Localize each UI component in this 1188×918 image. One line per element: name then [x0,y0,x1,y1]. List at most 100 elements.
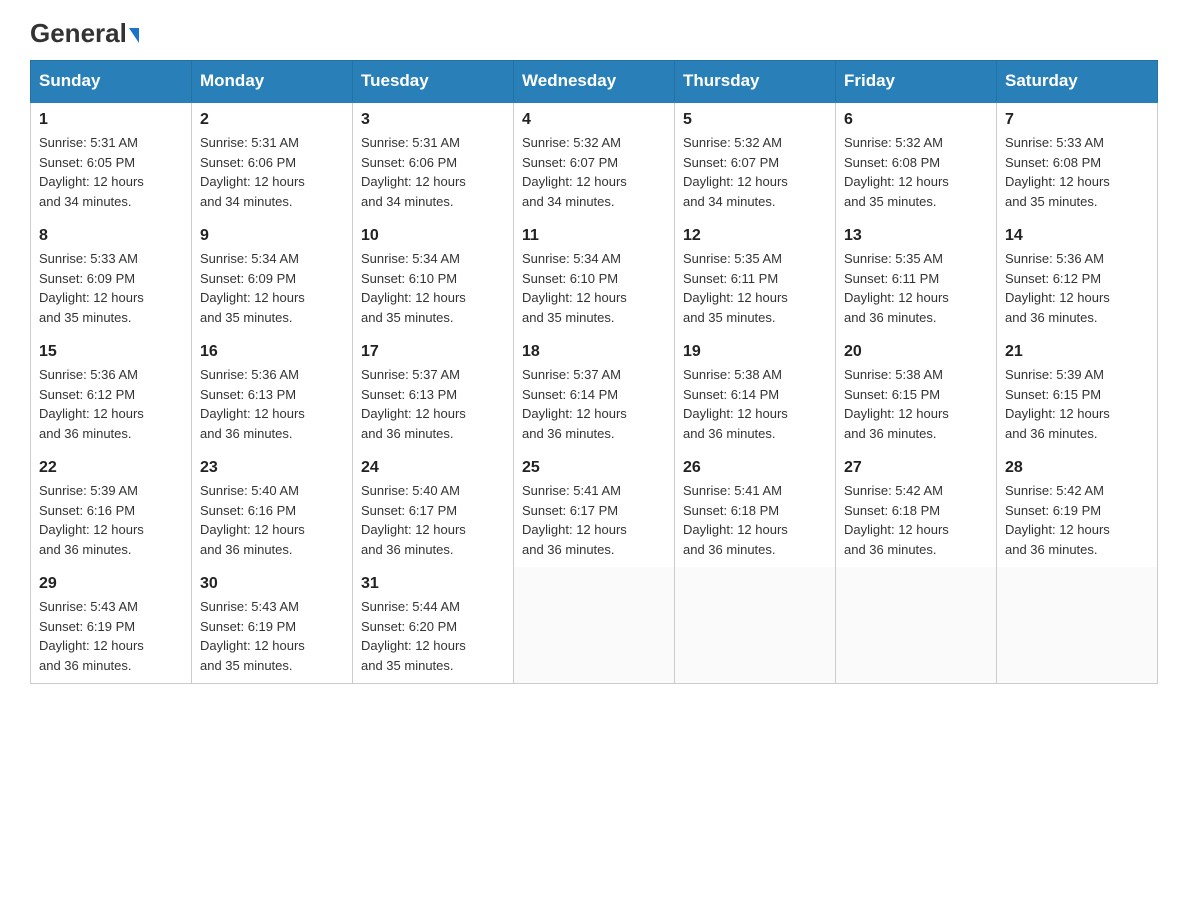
day-number: 17 [361,343,505,361]
day-cell [836,567,997,684]
day-number: 20 [844,343,988,361]
logo-text: General [30,20,139,46]
day-number: 22 [39,459,183,477]
day-cell: 22 Sunrise: 5:39 AMSunset: 6:16 PMDayligh… [31,451,192,567]
day-cell: 21 Sunrise: 5:39 AMSunset: 6:15 PMDayligh… [997,335,1158,451]
day-number: 29 [39,575,183,593]
day-number: 21 [1005,343,1149,361]
day-cell: 10 Sunrise: 5:34 AMSunset: 6:10 PMDayligh… [353,219,514,335]
day-info: Sunrise: 5:34 AMSunset: 6:09 PMDaylight:… [200,249,344,327]
day-info: Sunrise: 5:39 AMSunset: 6:15 PMDaylight:… [1005,365,1149,443]
header-cell-saturday: Saturday [997,61,1158,103]
header-cell-thursday: Thursday [675,61,836,103]
day-info: Sunrise: 5:32 AMSunset: 6:08 PMDaylight:… [844,133,988,211]
day-cell: 6 Sunrise: 5:32 AMSunset: 6:08 PMDaylight… [836,102,997,219]
day-number: 14 [1005,227,1149,245]
header-cell-monday: Monday [192,61,353,103]
day-info: Sunrise: 5:43 AMSunset: 6:19 PMDaylight:… [200,597,344,675]
week-row-3: 15 Sunrise: 5:36 AMSunset: 6:12 PMDayligh… [31,335,1158,451]
day-info: Sunrise: 5:34 AMSunset: 6:10 PMDaylight:… [361,249,505,327]
day-cell: 13Sunrise: 5:35 AMSunset: 6:11 PMDayligh… [836,219,997,335]
week-row-1: 1 Sunrise: 5:31 AMSunset: 6:05 PMDaylight… [31,102,1158,219]
day-info: Sunrise: 5:42 AMSunset: 6:19 PMDaylight:… [1005,481,1149,559]
day-info: Sunrise: 5:31 AMSunset: 6:06 PMDaylight:… [200,133,344,211]
day-number: 30 [200,575,344,593]
day-cell [675,567,836,684]
day-info: Sunrise: 5:41 AMSunset: 6:17 PMDaylight:… [522,481,666,559]
header-cell-wednesday: Wednesday [514,61,675,103]
day-number: 15 [39,343,183,361]
calendar-header: SundayMondayTuesdayWednesdayThursdayFrid… [31,61,1158,103]
day-cell: 12 Sunrise: 5:35 AMSunset: 6:11 PMDayligh… [675,219,836,335]
day-info: Sunrise: 5:31 AMSunset: 6:05 PMDaylight:… [39,133,183,211]
day-number: 3 [361,111,505,129]
day-info: Sunrise: 5:31 AMSunset: 6:06 PMDaylight:… [361,133,505,211]
day-number: 19 [683,343,827,361]
calendar-body: 1 Sunrise: 5:31 AMSunset: 6:05 PMDaylight… [31,102,1158,684]
day-cell: 4Sunrise: 5:32 AMSunset: 6:07 PMDaylight… [514,102,675,219]
day-info: Sunrise: 5:39 AMSunset: 6:16 PMDaylight:… [39,481,183,559]
day-cell: 11 Sunrise: 5:34 AMSunset: 6:10 PMDayligh… [514,219,675,335]
day-cell: 5 Sunrise: 5:32 AMSunset: 6:07 PMDaylight… [675,102,836,219]
day-info: Sunrise: 5:43 AMSunset: 6:19 PMDaylight:… [39,597,183,675]
day-cell: 24Sunrise: 5:40 AMSunset: 6:17 PMDayligh… [353,451,514,567]
day-number: 10 [361,227,505,245]
day-cell: 15 Sunrise: 5:36 AMSunset: 6:12 PMDayligh… [31,335,192,451]
day-cell [514,567,675,684]
day-cell: 3 Sunrise: 5:31 AMSunset: 6:06 PMDaylight… [353,102,514,219]
day-cell: 18Sunrise: 5:37 AMSunset: 6:14 PMDayligh… [514,335,675,451]
day-number: 25 [522,459,666,477]
day-cell: 19 Sunrise: 5:38 AMSunset: 6:14 PMDayligh… [675,335,836,451]
day-cell: 30 Sunrise: 5:43 AMSunset: 6:19 PMDayligh… [192,567,353,684]
day-cell: 16Sunrise: 5:36 AMSunset: 6:13 PMDayligh… [192,335,353,451]
day-cell: 27Sunrise: 5:42 AMSunset: 6:18 PMDayligh… [836,451,997,567]
day-cell: 9 Sunrise: 5:34 AMSunset: 6:09 PMDaylight… [192,219,353,335]
day-cell: 14Sunrise: 5:36 AMSunset: 6:12 PMDayligh… [997,219,1158,335]
day-number: 2 [200,111,344,129]
day-info: Sunrise: 5:32 AMSunset: 6:07 PMDaylight:… [683,133,827,211]
day-cell: 31 Sunrise: 5:44 AMSunset: 6:20 PMDayligh… [353,567,514,684]
day-cell: 1 Sunrise: 5:31 AMSunset: 6:05 PMDaylight… [31,102,192,219]
day-cell: 17 Sunrise: 5:37 AMSunset: 6:13 PMDayligh… [353,335,514,451]
day-cell [997,567,1158,684]
header-cell-tuesday: Tuesday [353,61,514,103]
day-cell: 7 Sunrise: 5:33 AMSunset: 6:08 PMDaylight… [997,102,1158,219]
day-cell: 20Sunrise: 5:38 AMSunset: 6:15 PMDayligh… [836,335,997,451]
day-info: Sunrise: 5:32 AMSunset: 6:07 PMDaylight:… [522,133,666,211]
day-info: Sunrise: 5:42 AMSunset: 6:18 PMDaylight:… [844,481,988,559]
header-cell-friday: Friday [836,61,997,103]
day-info: Sunrise: 5:38 AMSunset: 6:14 PMDaylight:… [683,365,827,443]
day-number: 11 [522,227,666,245]
day-number: 24 [361,459,505,477]
day-number: 13 [844,227,988,245]
day-number: 1 [39,111,183,129]
day-number: 5 [683,111,827,129]
week-row-4: 22 Sunrise: 5:39 AMSunset: 6:16 PMDayligh… [31,451,1158,567]
day-cell: 23 Sunrise: 5:40 AMSunset: 6:16 PMDayligh… [192,451,353,567]
day-cell: 26 Sunrise: 5:41 AMSunset: 6:18 PMDayligh… [675,451,836,567]
week-row-2: 8Sunrise: 5:33 AMSunset: 6:09 PMDaylight… [31,219,1158,335]
day-number: 26 [683,459,827,477]
day-number: 7 [1005,111,1149,129]
logo: General [30,20,139,44]
day-number: 23 [200,459,344,477]
day-info: Sunrise: 5:36 AMSunset: 6:12 PMDaylight:… [39,365,183,443]
day-number: 12 [683,227,827,245]
day-number: 16 [200,343,344,361]
day-info: Sunrise: 5:33 AMSunset: 6:08 PMDaylight:… [1005,133,1149,211]
day-number: 31 [361,575,505,593]
day-cell: 2 Sunrise: 5:31 AMSunset: 6:06 PMDaylight… [192,102,353,219]
day-number: 18 [522,343,666,361]
day-cell: 25 Sunrise: 5:41 AMSunset: 6:17 PMDayligh… [514,451,675,567]
day-info: Sunrise: 5:37 AMSunset: 6:13 PMDaylight:… [361,365,505,443]
day-cell: 28Sunrise: 5:42 AMSunset: 6:19 PMDayligh… [997,451,1158,567]
header-cell-sunday: Sunday [31,61,192,103]
day-number: 9 [200,227,344,245]
day-number: 8 [39,227,183,245]
day-info: Sunrise: 5:40 AMSunset: 6:16 PMDaylight:… [200,481,344,559]
day-info: Sunrise: 5:44 AMSunset: 6:20 PMDaylight:… [361,597,505,675]
day-info: Sunrise: 5:34 AMSunset: 6:10 PMDaylight:… [522,249,666,327]
day-info: Sunrise: 5:35 AMSunset: 6:11 PMDaylight:… [683,249,827,327]
day-info: Sunrise: 5:41 AMSunset: 6:18 PMDaylight:… [683,481,827,559]
day-number: 6 [844,111,988,129]
